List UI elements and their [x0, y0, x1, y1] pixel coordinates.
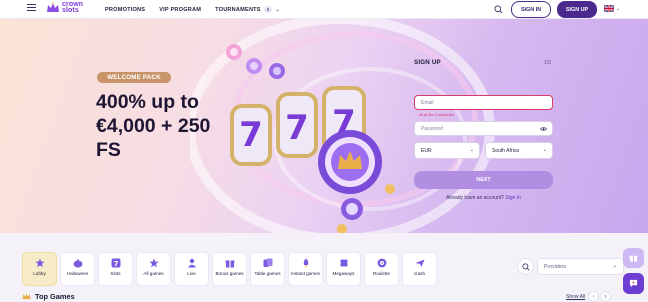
svg-text:7: 7	[239, 115, 263, 155]
category-tab-instant-games[interactable]: Instant games	[288, 252, 323, 286]
nav-tournaments[interactable]: TOURNAMENTS 5 ⌄	[215, 6, 280, 13]
slot-machine-illustration: 7 7 7	[226, 44, 395, 233]
svg-text:7: 7	[285, 108, 309, 148]
live-dealer-icon	[187, 258, 196, 268]
password-placeholder: Password	[421, 125, 443, 132]
chevron-down-icon: ⌄	[612, 263, 617, 269]
sign-up-button[interactable]: SIGN UP	[557, 1, 597, 18]
next-button[interactable]: NEXT	[414, 171, 553, 189]
category-tab-slots[interactable]: 7 Slots	[98, 252, 133, 286]
category-tab-table-games[interactable]: Table games	[250, 252, 285, 286]
email-placeholder: Email	[421, 99, 434, 106]
search-button[interactable]	[491, 2, 506, 17]
uk-flag-icon	[604, 5, 614, 12]
category-tab-roulette[interactable]: Roulette	[364, 252, 399, 286]
nav-vip-program[interactable]: VIP PROGRAM	[159, 7, 201, 13]
gift-icon	[629, 255, 638, 262]
password-field[interactable]: Password	[414, 121, 553, 136]
category-tab-megaways[interactable]: Megaways	[326, 252, 361, 286]
category-label: Lobby	[33, 271, 46, 276]
chevron-down-icon: ⌄	[469, 147, 474, 153]
country-select[interactable]: South Africa ⌄	[485, 142, 553, 159]
chevron-down-icon: ⌄	[275, 6, 280, 13]
show-all-link[interactable]: Show All	[566, 294, 585, 300]
category-label: All games	[143, 271, 164, 276]
svg-text:7: 7	[113, 260, 118, 268]
game-search-button[interactable]	[517, 258, 534, 275]
reel-1: 7	[230, 104, 272, 166]
next-arrow-button[interactable]: ›	[600, 291, 611, 302]
top-header: crown slots PROMOTIONS VIP PROGRAM TOURNA…	[0, 0, 648, 19]
chevron-down-icon: ⌄	[616, 5, 621, 12]
category-label: Bonus games	[215, 271, 244, 276]
crown-icon	[22, 292, 31, 300]
promo-float-button[interactable]	[623, 248, 644, 268]
currency-select[interactable]: EUR ⌄	[414, 142, 480, 159]
top-games-title: Top Games	[35, 292, 75, 301]
category-label: Live	[187, 271, 196, 276]
hero-banner: WELCOME PACK 400% up to €4,000 + 250 FS …	[0, 19, 648, 233]
category-label: crash	[413, 271, 426, 276]
site-logo[interactable]: crown slots	[46, 1, 84, 14]
casino-chip-icon	[341, 198, 363, 220]
plane-icon	[415, 259, 424, 267]
email-error-message: Must Be Completed	[419, 112, 455, 117]
casino-chip-icon	[269, 63, 285, 79]
chat-support-button[interactable]	[623, 273, 644, 294]
category-label: Megaways	[332, 271, 355, 276]
providers-select[interactable]: Providers ⌄	[537, 258, 624, 275]
category-label: Slots	[110, 271, 121, 276]
search-icon	[494, 5, 503, 14]
category-label: Table games	[254, 271, 281, 276]
welcome-pack-badge: WELCOME PACK	[97, 72, 171, 83]
category-tab-all-games[interactable]: All games	[136, 252, 171, 286]
roulette-icon	[377, 258, 386, 268]
category-tab-crash[interactable]: crash	[402, 252, 437, 286]
menu-icon[interactable]	[27, 4, 36, 13]
seven-icon: 7	[111, 258, 120, 268]
coin-icon	[385, 184, 395, 194]
have-account-text: Already have an account? Sign In	[446, 195, 521, 201]
rocket-icon	[303, 258, 308, 268]
form-step-indicator: 1/3	[544, 60, 551, 66]
sign-in-link[interactable]: Sign In	[505, 195, 521, 201]
logo-text: crown slots	[62, 1, 84, 14]
email-field[interactable]: Email	[414, 95, 553, 110]
language-selector[interactable]: ⌄	[604, 5, 620, 12]
casino-chip-icon	[226, 44, 242, 60]
tournaments-count-badge: 5	[263, 6, 273, 13]
cards-icon	[263, 258, 272, 267]
search-icon	[521, 262, 529, 270]
reel-2: 7	[276, 92, 318, 158]
gift-icon	[225, 260, 234, 268]
pumpkin-icon	[73, 259, 82, 268]
category-label: Roulette	[372, 271, 391, 276]
chevron-down-icon: ⌄	[542, 147, 547, 153]
category-label: Instant games	[291, 271, 320, 276]
prev-arrow-button[interactable]: ‹	[588, 291, 599, 302]
crown-chip-icon	[318, 130, 382, 194]
sign-in-button[interactable]: SIGN IN	[511, 1, 551, 18]
chat-icon	[629, 279, 638, 288]
crown-icon	[47, 2, 59, 12]
form-title: SIGN UP	[414, 59, 441, 66]
casino-chip-icon	[246, 58, 262, 74]
game-categories: Lobby Halloween 7 Slots All games Live Bonus g…	[22, 252, 437, 286]
category-tab-live[interactable]: Live	[174, 252, 209, 286]
star-icon	[34, 258, 45, 268]
clover-icon	[339, 259, 348, 267]
star-icon	[148, 258, 159, 268]
category-label: Halloween	[66, 271, 89, 276]
category-tab-lobby[interactable]: Lobby	[22, 252, 57, 286]
coin-icon	[337, 224, 347, 233]
eye-icon[interactable]	[540, 126, 547, 132]
nav-promotions[interactable]: PROMOTIONS	[105, 7, 145, 13]
category-tab-halloween[interactable]: Halloween	[60, 252, 95, 286]
main-nav: PROMOTIONS VIP PROGRAM TOURNAMENTS 5 ⌄	[105, 0, 280, 19]
category-tab-bonus-games[interactable]: Bonus games	[212, 252, 247, 286]
